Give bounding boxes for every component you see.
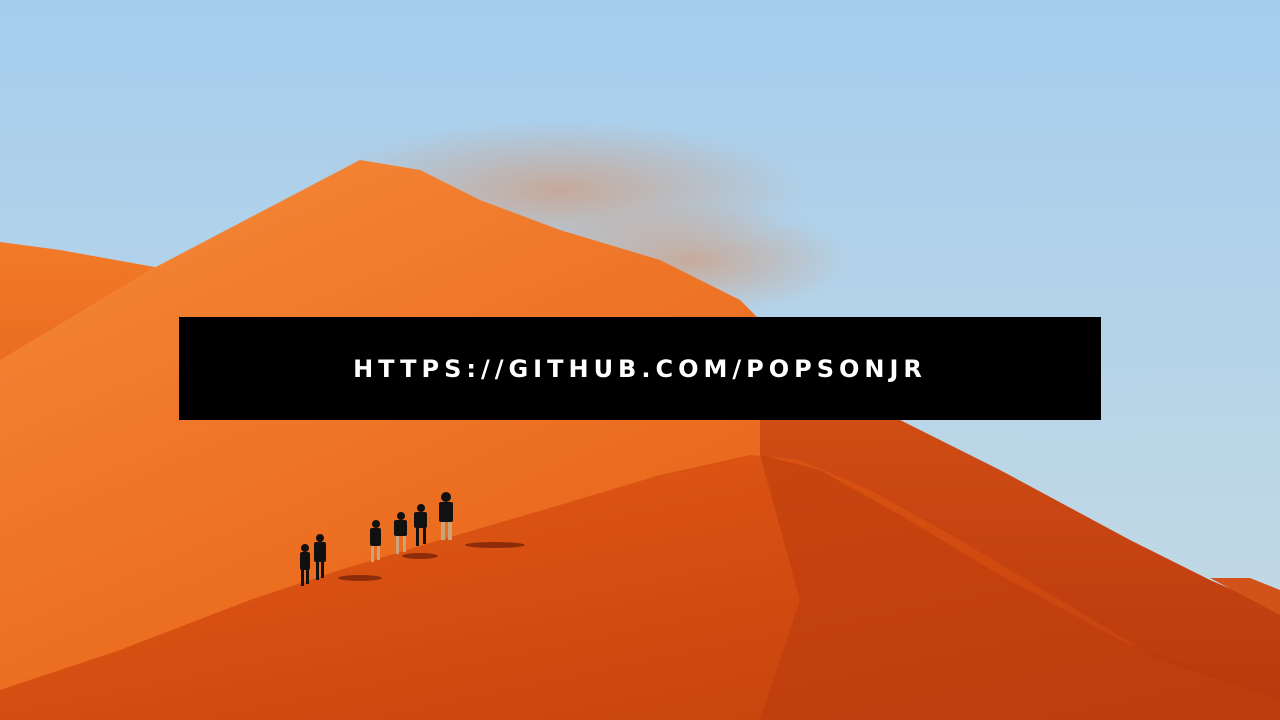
desert-scene: HTTPS://GITHUB.COM/POPSONJR xyxy=(0,0,1280,720)
url-banner: HTTPS://GITHUB.COM/POPSONJR xyxy=(179,317,1101,420)
banner-url-text: HTTPS://GITHUB.COM/POPSONJR xyxy=(353,354,927,383)
